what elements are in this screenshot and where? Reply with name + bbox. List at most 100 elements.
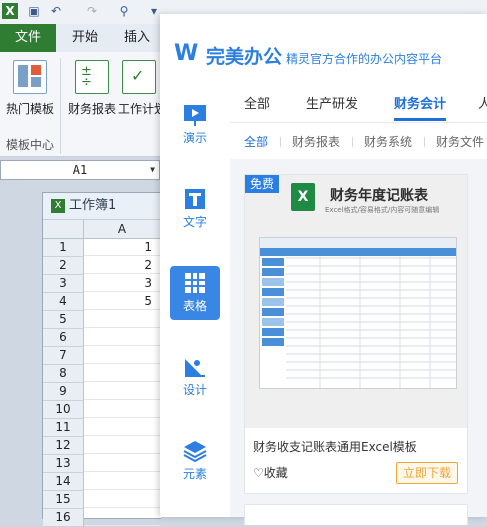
workbook-icon: X bbox=[51, 198, 65, 213]
subtab-financial-documents[interactable]: 财务文件 bbox=[436, 133, 484, 150]
chevron-down-icon[interactable]: ▼ bbox=[150, 161, 155, 179]
cell-a7[interactable] bbox=[84, 347, 160, 364]
row-header[interactable]: 3 bbox=[43, 275, 84, 293]
template-center-group-label: 模板中心 bbox=[5, 138, 54, 152]
subtab-divider bbox=[352, 137, 353, 147]
work-plan-icon: ✓ bbox=[122, 60, 156, 94]
tab-insert[interactable]: 插入 bbox=[124, 24, 150, 52]
cell-a3[interactable]: 3 bbox=[84, 275, 160, 292]
row-header[interactable]: 15 bbox=[43, 491, 84, 509]
workbook-titlebar: X 工作簿1 bbox=[43, 193, 161, 220]
favorite-label: 收藏 bbox=[263, 466, 288, 480]
financial-report-icon: ± ÷ bbox=[75, 60, 109, 94]
row-header[interactable]: 4 bbox=[43, 293, 84, 311]
row-header[interactable]: 10 bbox=[43, 401, 84, 419]
column-header-a[interactable]: A bbox=[84, 220, 161, 239]
row-header[interactable]: 6 bbox=[43, 329, 84, 347]
nav-item-presentation[interactable]: 演示 bbox=[170, 98, 220, 152]
nav-item-design[interactable]: 设计 bbox=[170, 350, 220, 404]
tab-hr[interactable]: 人 bbox=[478, 93, 487, 112]
cell-a10[interactable] bbox=[84, 401, 160, 418]
nav-item-table[interactable]: 表格 bbox=[170, 266, 220, 320]
cell-a14[interactable] bbox=[84, 473, 160, 490]
favorite-button[interactable]: ♡收藏 bbox=[253, 464, 288, 481]
row-header[interactable]: 11 bbox=[43, 419, 84, 437]
template-thumbnail[interactable]: 免费 X 财务年度记账表 Excel格式/容易格式/内容可随意编辑 bbox=[245, 175, 467, 428]
wanmei-logo-icon: W bbox=[174, 41, 199, 66]
tab-home[interactable]: 开始 bbox=[72, 24, 98, 52]
template-panel: W 完美办公 精灵官方合作的办公内容平台 演示 文字 表格 设计 元素 全部 生… bbox=[160, 14, 487, 525]
cell-a6[interactable] bbox=[84, 329, 160, 346]
tab-all[interactable]: 全部 bbox=[244, 93, 270, 112]
nav-item-text[interactable]: 文字 bbox=[170, 182, 220, 236]
table-icon bbox=[182, 271, 208, 295]
free-badge: 免费 bbox=[245, 175, 279, 193]
heart-icon: ♡ bbox=[253, 466, 264, 480]
cell-a11[interactable] bbox=[84, 419, 160, 436]
thumbnail-title: 财务年度记账表 bbox=[330, 188, 428, 204]
financial-report-button[interactable]: ± ÷ 财务报表 bbox=[62, 56, 122, 117]
thumbnail-subtitle: Excel格式/容易格式/内容可随意编辑 bbox=[325, 206, 440, 214]
template-card[interactable]: 免费 X 财务年度记账表 Excel格式/容易格式/内容可随意编辑 财务收支记账… bbox=[244, 174, 468, 494]
cell-a16[interactable] bbox=[84, 509, 160, 526]
work-plan-button[interactable]: ✓ 工作计划 bbox=[118, 56, 160, 117]
template-name[interactable]: 财务收支记账表通用Excel模板 bbox=[253, 438, 417, 455]
logo-tagline: 精灵官方合作的办公内容平台 bbox=[286, 52, 443, 66]
nav-item-label: 表格 bbox=[182, 299, 207, 313]
row-header[interactable]: 16 bbox=[43, 509, 84, 527]
tab-production-rd[interactable]: 生产研发 bbox=[306, 93, 358, 112]
text-icon bbox=[182, 187, 208, 211]
elements-icon bbox=[182, 439, 208, 463]
category-tabs: 全部 生产研发 财务会计 人 bbox=[230, 84, 487, 123]
cell-a5[interactable] bbox=[84, 311, 160, 328]
row-header[interactable]: 2 bbox=[43, 257, 84, 275]
row-header[interactable]: 5 bbox=[43, 311, 84, 329]
undo-icon[interactable]: ↶ bbox=[48, 3, 64, 19]
tab-finance-accounting[interactable]: 财务会计 bbox=[394, 93, 446, 112]
cell-a4[interactable]: 5 bbox=[84, 293, 160, 310]
cell-a12[interactable] bbox=[84, 437, 160, 454]
hot-templates-label: 热门模板 bbox=[5, 102, 54, 116]
find-icon[interactable]: ⚲ bbox=[116, 3, 132, 19]
subtab-financial-system[interactable]: 财务系统 bbox=[364, 133, 412, 150]
hot-templates-icon bbox=[13, 60, 47, 94]
workbook-window: X 工作簿1 A 1 1 2 2 3 3 4 5 5 6 7 8 9 10 11 12 13 14 15 16 bbox=[42, 192, 161, 527]
hot-templates-button[interactable]: 热门模板 bbox=[0, 56, 60, 117]
nav-item-label: 文字 bbox=[182, 215, 207, 229]
row-header[interactable]: 8 bbox=[43, 365, 84, 383]
row-header[interactable]: 1 bbox=[43, 239, 84, 257]
row-header[interactable]: 7 bbox=[43, 347, 84, 365]
cell-a15[interactable] bbox=[84, 491, 160, 508]
cell-a1[interactable]: 1 bbox=[84, 239, 160, 256]
row-header[interactable]: 13 bbox=[43, 455, 84, 473]
panel-header: W 完美办公 精灵官方合作的办公内容平台 bbox=[160, 14, 487, 84]
cell-a9[interactable] bbox=[84, 383, 160, 400]
tab-file[interactable]: 文件 bbox=[0, 24, 56, 52]
cell-a8[interactable] bbox=[84, 365, 160, 382]
template-card-next[interactable] bbox=[244, 504, 468, 525]
subtab-divider bbox=[280, 137, 281, 147]
nav-item-label: 设计 bbox=[182, 383, 207, 397]
download-button[interactable]: 立即下载 bbox=[396, 462, 458, 484]
name-box-value: A1 bbox=[72, 163, 88, 177]
nav-item-label: 演示 bbox=[182, 131, 207, 145]
work-plan-label: 工作计划 bbox=[118, 102, 160, 116]
select-all-corner[interactable] bbox=[43, 220, 84, 239]
row-header[interactable]: 14 bbox=[43, 473, 84, 491]
redo-icon[interactable]: ↷ bbox=[84, 3, 100, 19]
subtab-financial-reports[interactable]: 财务报表 bbox=[292, 133, 340, 150]
subtab-all[interactable]: 全部 bbox=[244, 133, 268, 150]
nav-item-elements[interactable]: 元素 bbox=[170, 434, 220, 488]
financial-report-label: 财务报表 bbox=[67, 102, 116, 116]
logo-text: 完美办公 bbox=[206, 46, 283, 68]
cell-a2[interactable]: 2 bbox=[84, 257, 160, 274]
save-icon[interactable]: ▣ bbox=[26, 3, 42, 19]
category-nav: 演示 文字 表格 设计 元素 bbox=[160, 84, 230, 517]
row-header[interactable]: 9 bbox=[43, 383, 84, 401]
row-header[interactable]: 12 bbox=[43, 437, 84, 455]
excel-app-icon[interactable]: X bbox=[2, 3, 18, 19]
template-content: 全部 生产研发 财务会计 人 全部 财务报表 财务系统 财务文件 免费 X 财务… bbox=[230, 84, 487, 525]
cell-a13[interactable] bbox=[84, 455, 160, 472]
nav-item-label: 元素 bbox=[182, 467, 207, 481]
name-box[interactable]: A1 ▼ bbox=[0, 160, 160, 180]
